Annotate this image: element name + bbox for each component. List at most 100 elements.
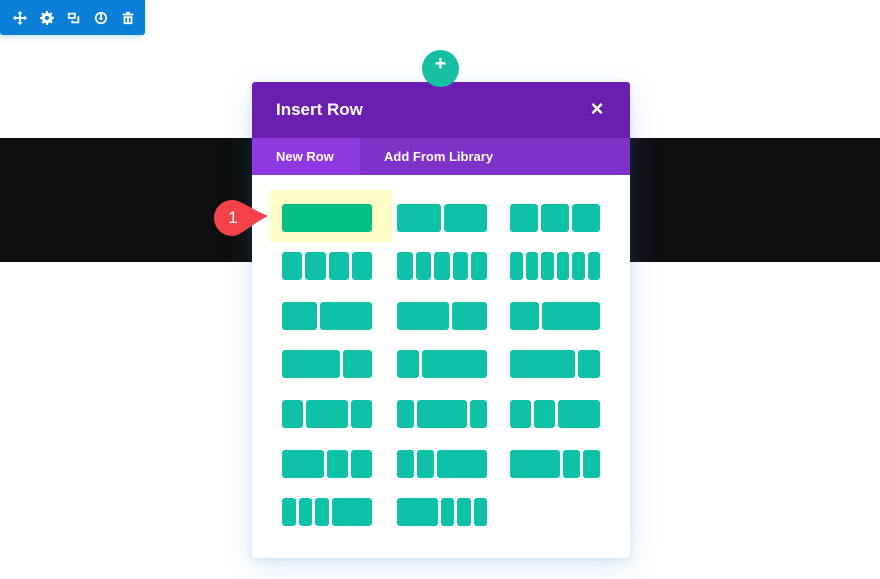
layout-column bbox=[587, 252, 600, 280]
insert-row-modal: Insert Row × New Row Add From Library bbox=[252, 71, 630, 558]
layout-column bbox=[351, 252, 372, 280]
layout-column bbox=[572, 252, 585, 280]
layout-option[interactable] bbox=[397, 204, 487, 232]
layout-column bbox=[534, 400, 555, 428]
layout-column bbox=[436, 450, 487, 478]
layout-column bbox=[351, 400, 372, 428]
layout-column bbox=[558, 400, 600, 428]
layout-column bbox=[434, 252, 450, 280]
tab-add-from-library[interactable]: Add From Library bbox=[360, 138, 517, 175]
layout-option[interactable] bbox=[510, 204, 600, 232]
layout-column bbox=[397, 252, 413, 280]
tab-new-row[interactable]: New Row bbox=[252, 138, 360, 175]
layout-option[interactable] bbox=[282, 252, 372, 280]
layout-column bbox=[351, 450, 372, 478]
layout-column bbox=[572, 204, 600, 232]
layout-column bbox=[473, 498, 487, 526]
layout-column bbox=[510, 302, 539, 330]
modal-header: Insert Row × bbox=[252, 82, 630, 138]
layout-column bbox=[510, 450, 561, 478]
layout-column bbox=[416, 450, 434, 478]
layout-option[interactable] bbox=[510, 252, 600, 280]
layout-column bbox=[415, 252, 432, 280]
layout-column bbox=[305, 252, 326, 280]
layout-column bbox=[397, 350, 419, 378]
layout-column bbox=[578, 350, 600, 378]
layout-option[interactable] bbox=[282, 204, 372, 232]
layout-column bbox=[282, 350, 340, 378]
layout-column bbox=[452, 302, 487, 330]
layout-option[interactable] bbox=[510, 450, 600, 478]
modal-tabs: New Row Add From Library bbox=[252, 138, 630, 175]
layout-column bbox=[282, 204, 372, 232]
layout-option[interactable] bbox=[510, 350, 600, 378]
delete-button[interactable] bbox=[120, 10, 135, 25]
layout-option[interactable] bbox=[397, 302, 487, 330]
add-row-button[interactable]: + bbox=[422, 50, 459, 87]
layout-option[interactable] bbox=[397, 450, 487, 478]
duplicate-button[interactable] bbox=[66, 10, 81, 25]
layout-option[interactable] bbox=[510, 400, 600, 428]
layout-column bbox=[416, 400, 468, 428]
modal-title: Insert Row bbox=[276, 100, 363, 119]
save-button[interactable] bbox=[93, 10, 108, 25]
layout-column bbox=[282, 302, 317, 330]
layout-column bbox=[470, 400, 487, 428]
layout-column bbox=[397, 450, 414, 478]
layout-option[interactable] bbox=[397, 252, 487, 280]
settings-button[interactable] bbox=[39, 10, 54, 25]
save-icon bbox=[94, 11, 107, 24]
layout-column bbox=[510, 400, 531, 428]
layout-column bbox=[319, 302, 372, 330]
layout-option[interactable] bbox=[282, 498, 372, 526]
layout-column bbox=[343, 350, 372, 378]
layout-column bbox=[306, 400, 348, 428]
layout-column bbox=[315, 498, 329, 526]
layout-column bbox=[282, 400, 303, 428]
layout-column bbox=[397, 498, 438, 526]
layout-column bbox=[510, 252, 523, 280]
layout-option[interactable] bbox=[282, 450, 372, 478]
layout-option[interactable] bbox=[510, 302, 600, 330]
layout-column bbox=[452, 252, 469, 280]
step-marker: 1 bbox=[213, 199, 269, 237]
duplicate-icon bbox=[67, 12, 79, 23]
layout-column bbox=[525, 252, 538, 280]
layout-column bbox=[331, 498, 372, 526]
plus-icon: + bbox=[434, 53, 447, 75]
layout-column bbox=[397, 400, 414, 428]
layout-column bbox=[541, 252, 554, 280]
layout-column bbox=[282, 498, 296, 526]
layout-column bbox=[471, 252, 487, 280]
layout-column bbox=[298, 498, 312, 526]
layout-column bbox=[397, 204, 441, 232]
move-icon bbox=[12, 10, 27, 25]
marker-label: 1 bbox=[228, 208, 238, 227]
layout-column bbox=[327, 450, 348, 478]
trash-icon bbox=[122, 11, 133, 24]
row-toolbar bbox=[0, 0, 145, 35]
layout-option[interactable] bbox=[282, 400, 372, 428]
layout-column bbox=[457, 498, 471, 526]
layout-column bbox=[421, 350, 487, 378]
layout-option[interactable] bbox=[397, 400, 487, 428]
layout-column bbox=[541, 204, 569, 232]
layout-column bbox=[556, 252, 569, 280]
layout-column bbox=[282, 252, 303, 280]
layout-column bbox=[282, 450, 324, 478]
layout-column bbox=[583, 450, 600, 478]
layout-option[interactable] bbox=[397, 498, 487, 526]
close-icon: × bbox=[590, 96, 604, 121]
layout-option[interactable] bbox=[282, 302, 372, 330]
layout-column bbox=[563, 450, 581, 478]
gear-icon bbox=[39, 10, 54, 25]
layout-option[interactable] bbox=[397, 350, 487, 378]
layout-column bbox=[440, 498, 454, 526]
close-button[interactable]: × bbox=[586, 98, 608, 120]
layout-column bbox=[542, 302, 600, 330]
move-button[interactable] bbox=[12, 10, 27, 25]
layout-column bbox=[443, 204, 487, 232]
layout-column bbox=[510, 350, 576, 378]
layout-option[interactable] bbox=[282, 350, 372, 378]
layout-column bbox=[397, 302, 450, 330]
